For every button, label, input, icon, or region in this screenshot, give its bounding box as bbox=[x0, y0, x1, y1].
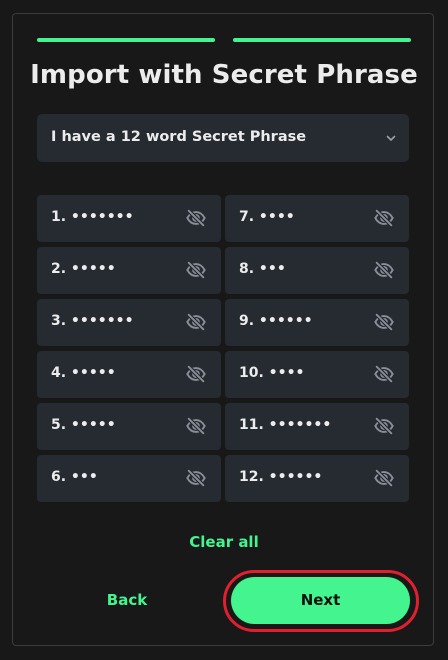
word-value: 6. ••• bbox=[51, 469, 98, 485]
progress-bar bbox=[37, 38, 411, 42]
word-value: 9. •••••• bbox=[239, 313, 313, 329]
word-field-7[interactable]: 7. •••• bbox=[225, 195, 409, 242]
word-field-2[interactable]: 2. ••••• bbox=[37, 247, 221, 294]
word-value: 8. ••• bbox=[239, 261, 286, 277]
import-panel: Import with Secret Phrase I have a 12 wo… bbox=[12, 13, 434, 646]
progress-step-2 bbox=[233, 38, 411, 42]
word-value: 5. ••••• bbox=[51, 417, 116, 433]
clear-all-button[interactable]: Clear all bbox=[13, 533, 435, 551]
eye-slash-icon[interactable] bbox=[185, 259, 207, 281]
next-button[interactable]: Next bbox=[231, 577, 410, 624]
word-field-10[interactable]: 10. •••• bbox=[225, 351, 409, 398]
word-value: 3. ••••••• bbox=[51, 313, 134, 329]
eye-slash-icon[interactable] bbox=[373, 467, 395, 489]
word-value: 12. •••••• bbox=[239, 469, 323, 485]
word-value: 2. ••••• bbox=[51, 261, 116, 277]
eye-slash-icon[interactable] bbox=[373, 259, 395, 281]
word-field-8[interactable]: 8. ••• bbox=[225, 247, 409, 294]
word-value: 11. ••••••• bbox=[239, 417, 332, 433]
word-field-1[interactable]: 1. ••••••• bbox=[37, 195, 221, 242]
eye-slash-icon[interactable] bbox=[373, 415, 395, 437]
eye-slash-icon[interactable] bbox=[373, 207, 395, 229]
back-button[interactable]: Back bbox=[77, 591, 177, 609]
word-field-5[interactable]: 5. ••••• bbox=[37, 403, 221, 450]
page-title: Import with Secret Phrase bbox=[30, 60, 418, 90]
word-value: 1. ••••••• bbox=[51, 209, 134, 225]
eye-slash-icon[interactable] bbox=[185, 311, 207, 333]
eye-slash-icon[interactable] bbox=[185, 467, 207, 489]
phrase-length-select[interactable]: I have a 12 word Secret Phrase bbox=[37, 114, 409, 162]
eye-slash-icon[interactable] bbox=[185, 207, 207, 229]
eye-slash-icon[interactable] bbox=[373, 363, 395, 385]
chevron-down-icon bbox=[386, 135, 396, 141]
word-field-4[interactable]: 4. ••••• bbox=[37, 351, 221, 398]
eye-slash-icon[interactable] bbox=[185, 363, 207, 385]
word-field-9[interactable]: 9. •••••• bbox=[225, 299, 409, 346]
word-field-11[interactable]: 11. ••••••• bbox=[225, 403, 409, 450]
progress-step-1 bbox=[37, 38, 215, 42]
word-field-6[interactable]: 6. ••• bbox=[37, 455, 221, 502]
eye-slash-icon[interactable] bbox=[373, 311, 395, 333]
word-value: 4. ••••• bbox=[51, 365, 116, 381]
word-value: 7. •••• bbox=[239, 209, 295, 225]
word-field-12[interactable]: 12. •••••• bbox=[225, 455, 409, 502]
word-value: 10. •••• bbox=[239, 365, 305, 381]
word-field-3[interactable]: 3. ••••••• bbox=[37, 299, 221, 346]
phrase-length-value: I have a 12 word Secret Phrase bbox=[51, 129, 307, 145]
eye-slash-icon[interactable] bbox=[185, 415, 207, 437]
